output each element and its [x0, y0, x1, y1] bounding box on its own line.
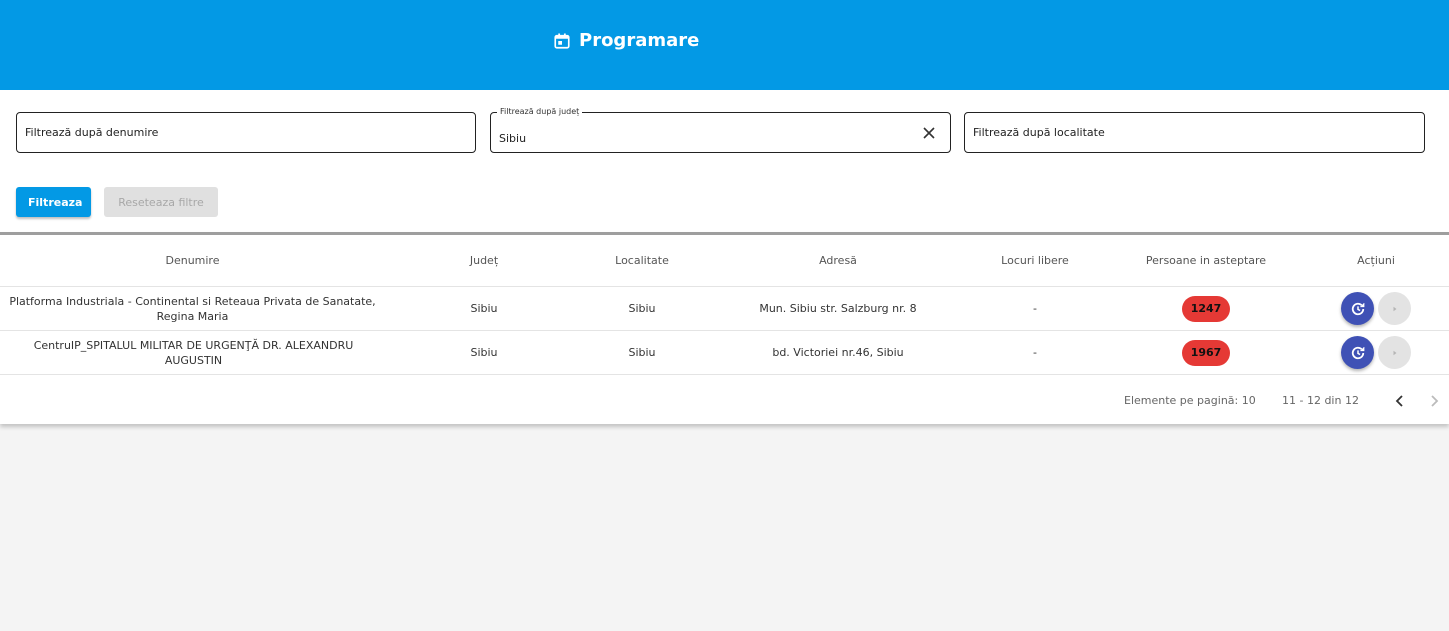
schedule-button[interactable] — [1341, 292, 1374, 325]
column-header-actions: Acțiuni — [1357, 254, 1395, 267]
row-free-slots: - — [1033, 346, 1037, 359]
row-locality: Sibiu — [628, 302, 656, 315]
row-free-slots: - — [1033, 302, 1037, 315]
page-range-label: 11 - 12 din 12 — [1282, 394, 1359, 407]
county-filter-value: Sibiu — [499, 132, 527, 145]
row-waiting: 1247 — [1126, 287, 1286, 330]
locality-filter-placeholder: Filtrează după localitate — [973, 126, 1105, 139]
row-actions — [1316, 287, 1436, 330]
county-filter-input[interactable]: Filtrează după județ Sibiu — [490, 107, 951, 153]
table-row: CentruIP_SPITALUL MILITAR DE URGENŢĂ DR.… — [0, 331, 1449, 375]
play-icon — [1393, 306, 1396, 311]
filter-button[interactable]: Filtreaza — [16, 187, 91, 217]
paginator: Elemente pe pagină: 10 11 - 12 din 12 — [0, 375, 1449, 424]
row-name: CentruIP_SPITALUL MILITAR DE URGENŢĂ DR.… — [33, 338, 354, 367]
refresh-clock-icon — [1351, 302, 1364, 315]
row-name: Platforma Industriala - Continental si R… — [9, 294, 376, 323]
column-header-name[interactable]: Denumire — [0, 235, 385, 286]
table-header: Denumire Județ Localitate Adresă Locuri … — [0, 235, 1449, 287]
page-title: Programare — [579, 30, 700, 51]
schedule-button[interactable] — [1341, 336, 1374, 369]
row-locality: Sibiu — [628, 346, 656, 359]
centers-table: Denumire Județ Localitate Adresă Locuri … — [0, 232, 1449, 424]
column-header-county[interactable]: Județ — [434, 235, 534, 286]
column-header-address[interactable]: Adresă — [738, 235, 938, 286]
chevron-left-icon[interactable] — [1392, 393, 1408, 409]
app-header: Programare — [0, 0, 1449, 90]
table-row: Platforma Industriala - Continental si R… — [0, 287, 1449, 331]
reset-filters-button[interactable]: Reseteaza filtre — [104, 187, 218, 217]
column-header-free-slots[interactable]: Locuri libere — [985, 235, 1085, 286]
waiting-badge: 1967 — [1182, 339, 1230, 366]
close-icon[interactable] — [922, 126, 936, 140]
row-address: bd. Victoriei nr.46, Sibiu — [772, 346, 904, 359]
refresh-clock-icon — [1351, 346, 1364, 359]
play-button[interactable] — [1378, 336, 1411, 369]
header-title: Programare — [553, 30, 699, 51]
play-button[interactable] — [1378, 292, 1411, 325]
waiting-badge: 1247 — [1182, 295, 1230, 322]
column-header-locality[interactable]: Localitate — [592, 235, 692, 286]
county-filter-label: Filtrează după județ — [497, 107, 583, 117]
items-per-page-select[interactable]: Elemente pe pagină: 10 — [1124, 394, 1256, 407]
column-header-waiting[interactable]: Persoane in asteptare — [1126, 235, 1286, 286]
row-county: Sibiu — [470, 346, 498, 359]
locality-filter-input[interactable]: Filtrează după localitate — [964, 112, 1425, 153]
row-county: Sibiu — [470, 302, 498, 315]
name-filter-placeholder: Filtrează după denumire — [25, 126, 159, 139]
filters-panel: Filtrează după denumire Filtrează după j… — [0, 90, 1449, 232]
calendar-icon — [554, 33, 570, 49]
row-actions — [1316, 331, 1436, 374]
row-address: Mun. Sibiu str. Salzburg nr. 8 — [759, 302, 917, 315]
row-waiting: 1967 — [1126, 331, 1286, 374]
chevron-right-icon[interactable] — [1426, 393, 1442, 409]
play-icon — [1393, 350, 1396, 355]
name-filter-input[interactable]: Filtrează după denumire — [16, 112, 476, 153]
